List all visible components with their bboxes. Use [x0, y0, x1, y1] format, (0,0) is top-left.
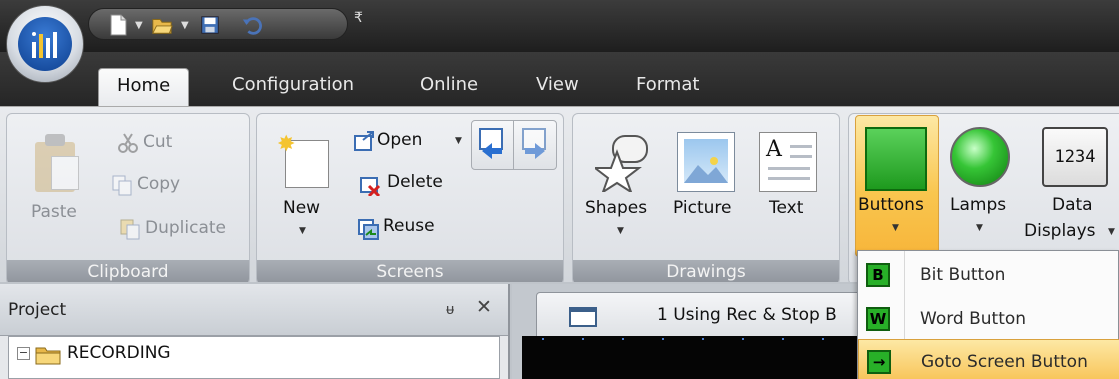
buttons-icon	[865, 127, 927, 191]
data-displays-label-line2[interactable]: Displays	[1024, 221, 1096, 241]
chevron-down-icon[interactable]: ▼	[135, 20, 143, 31]
project-panel-title: Project	[8, 300, 67, 320]
previous-screen-button[interactable]	[472, 121, 514, 169]
drawings-group-label: Drawings	[573, 260, 839, 284]
screens-group-label: Screens	[257, 260, 563, 284]
collapse-toggle-icon[interactable]: −	[17, 347, 30, 360]
menu-item-label: Goto Screen Button	[921, 352, 1088, 372]
application-menu-button[interactable]	[6, 5, 84, 83]
folder-icon	[35, 347, 61, 365]
menu-item-bit-button[interactable]: B Bit Button	[858, 253, 1119, 297]
save-icon[interactable]	[199, 13, 221, 37]
tab-online[interactable]: Online	[420, 74, 478, 106]
picture-button[interactable]: Picture	[673, 198, 731, 218]
data-displays-button[interactable]: Data	[1052, 195, 1093, 215]
pin-icon[interactable]: ᵾ	[446, 300, 454, 318]
tab-configuration[interactable]: Configuration	[232, 74, 354, 106]
chevron-down-icon[interactable]: ▼	[976, 223, 983, 233]
next-screen-button[interactable]	[515, 121, 557, 169]
text-icon: A	[759, 132, 817, 192]
delete-button[interactable]: Delete	[387, 172, 443, 192]
screen-navigation-group	[471, 120, 557, 170]
cut-icon	[118, 133, 138, 153]
undo-icon[interactable]	[241, 13, 263, 37]
new-button[interactable]: New	[283, 198, 320, 218]
duplicate-button[interactable]: Duplicate	[145, 218, 226, 238]
project-panel-header: Project ᵾ ✕	[0, 284, 508, 336]
data-displays-icon: 1234	[1042, 127, 1108, 187]
reuse-button[interactable]: Reuse	[383, 216, 435, 236]
close-icon[interactable]: ✕	[476, 296, 492, 318]
new-screen-icon: ✸	[277, 132, 329, 188]
project-tree: − RECORDING	[8, 336, 500, 379]
duplicate-icon	[120, 219, 140, 240]
tab-format[interactable]: Format	[636, 74, 699, 106]
open-screen-icon	[354, 131, 374, 151]
paste-icon	[35, 134, 81, 192]
shapes-button[interactable]: Shapes	[585, 198, 647, 218]
document-tab-label: 1 Using Rec & Stop B	[657, 305, 837, 325]
tab-home[interactable]: Home	[98, 68, 190, 106]
chevron-down-icon[interactable]: ▼	[1108, 227, 1115, 237]
lamps-icon	[950, 127, 1010, 187]
arrow-left-icon	[479, 128, 503, 159]
buttons-dropdown-menu: B Bit Button W Word Button → Goto Screen…	[857, 250, 1119, 379]
copy-button[interactable]: Copy	[137, 174, 180, 194]
reuse-screen-icon	[358, 219, 379, 240]
goto-screen-button-icon: →	[867, 350, 891, 374]
tree-item-recording[interactable]: RECORDING	[67, 343, 171, 363]
picture-icon	[677, 132, 735, 192]
document-tab[interactable]: 1 Using Rec & Stop B	[536, 292, 866, 336]
screen-window-icon	[569, 307, 597, 327]
new-doc-icon[interactable]	[107, 13, 129, 37]
clipboard-group: Paste Cut Copy Duplicate Clipboard	[6, 113, 250, 285]
app-logo-icon	[18, 17, 72, 71]
chevron-down-icon[interactable]: ▼	[455, 136, 462, 146]
ribbon-tab-bar: Home Configuration Online View Format	[0, 52, 1119, 106]
open-button[interactable]: Open	[377, 130, 422, 150]
quick-access-toolbar: ▼ ▼	[88, 8, 348, 40]
open-folder-icon[interactable]	[151, 13, 173, 37]
menu-item-label: Word Button	[920, 309, 1027, 329]
delete-screen-icon	[360, 177, 381, 196]
lamps-button[interactable]: Lamps	[950, 195, 1006, 215]
menu-item-word-button[interactable]: W Word Button	[858, 297, 1119, 341]
shapes-icon	[595, 135, 648, 192]
chevron-down-icon[interactable]: ▼	[299, 226, 306, 236]
copy-icon	[112, 175, 132, 196]
bit-button-icon: B	[866, 263, 890, 287]
word-button-icon: W	[866, 307, 890, 331]
paste-button[interactable]: Paste	[31, 202, 77, 222]
clipboard-group-label: Clipboard	[7, 260, 249, 284]
menu-item-label: Bit Button	[920, 265, 1006, 285]
project-panel: Project ᵾ ✕ − RECORDING	[0, 284, 510, 379]
cut-button[interactable]: Cut	[143, 132, 172, 152]
chevron-down-icon[interactable]: ▼	[181, 20, 189, 31]
menu-item-goto-screen-button[interactable]: → Goto Screen Button	[858, 339, 1119, 379]
title-bar: ▼ ▼ ₹	[0, 0, 1119, 52]
chevron-down-icon: ▼	[892, 223, 899, 233]
buttons-label: Buttons	[858, 195, 924, 215]
chevron-down-icon[interactable]: ▼	[617, 226, 624, 236]
tab-view[interactable]: View	[536, 74, 579, 106]
screens-group: ✸ New ▼ Open ▼ Delete Reuse Screens	[256, 113, 564, 285]
customize-toolbar-icon[interactable]: ₹	[354, 10, 363, 26]
text-button[interactable]: Text	[769, 198, 803, 218]
arrow-right-icon	[522, 128, 546, 159]
drawings-group: Shapes ▼ Picture A Text Drawings	[572, 113, 840, 285]
